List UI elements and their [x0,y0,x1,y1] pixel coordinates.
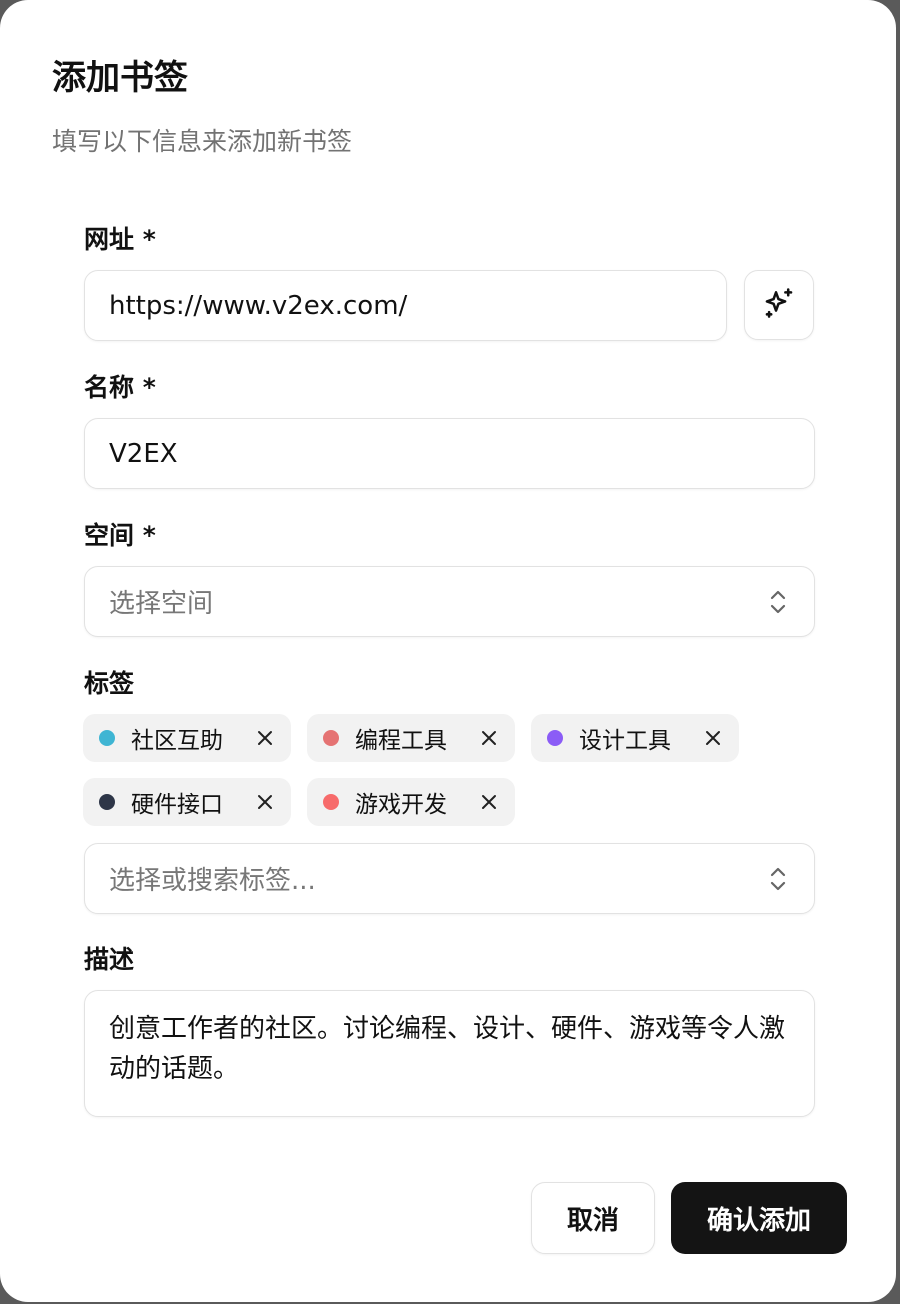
name-label: 名称 * [84,373,156,402]
url-input-value: https://www.v2ex.com/ [109,290,408,321]
close-icon[interactable] [479,728,499,748]
chevrons-up-down-icon [766,863,790,895]
space-select[interactable]: 选择空间 [84,566,815,637]
tag-label: 游戏开发 [355,792,447,818]
url-input[interactable]: https://www.v2ex.com/ [84,270,727,341]
url-label: 网址 * [84,225,156,254]
chevrons-up-down-icon [766,586,790,618]
tag-label: 硬件接口 [131,792,223,818]
ai-fill-button[interactable] [744,270,814,340]
confirm-add-button[interactable]: 确认添加 [671,1182,847,1254]
tag-chip: 设计工具 [531,714,739,762]
tag-color-dot [323,794,339,810]
description-label: 描述 [84,945,135,974]
name-input[interactable]: V2EX [84,418,815,489]
tag-chip: 游戏开发 [307,778,515,826]
tag-search-placeholder: 选择或搜索标签... [109,866,316,896]
tag-color-dot [99,794,115,810]
close-icon[interactable] [703,728,723,748]
tag-chip: 编程工具 [307,714,515,762]
tag-label: 设计工具 [579,728,671,754]
close-icon[interactable] [255,728,275,748]
cancel-button[interactable]: 取消 [531,1182,655,1254]
add-bookmark-dialog: 添加书签 填写以下信息来添加新书签 网址 * https://www.v2ex.… [0,0,896,1302]
space-label: 空间 * [84,521,156,550]
tag-color-dot [547,730,563,746]
tag-chip: 硬件接口 [83,778,291,826]
tag-label: 编程工具 [355,728,447,754]
sparkles-icon [762,286,796,324]
tag-search-select[interactable]: 选择或搜索标签... [84,843,815,914]
tags-label: 标签 [84,669,135,698]
description-textarea[interactable]: 创意工作者的社区。讨论编程、设计、硬件、游戏等令人激动的话题。 [84,990,815,1117]
dialog-title: 添加书签 [52,58,188,98]
tag-color-dot [323,730,339,746]
dialog-subtitle: 填写以下信息来添加新书签 [52,127,353,156]
tag-chip: 社区互助 [83,714,291,762]
space-select-placeholder: 选择空间 [109,589,214,619]
name-input-value: V2EX [109,438,178,469]
close-icon[interactable] [255,792,275,812]
tag-color-dot [99,730,115,746]
close-icon[interactable] [479,792,499,812]
tag-label: 社区互助 [131,728,223,754]
